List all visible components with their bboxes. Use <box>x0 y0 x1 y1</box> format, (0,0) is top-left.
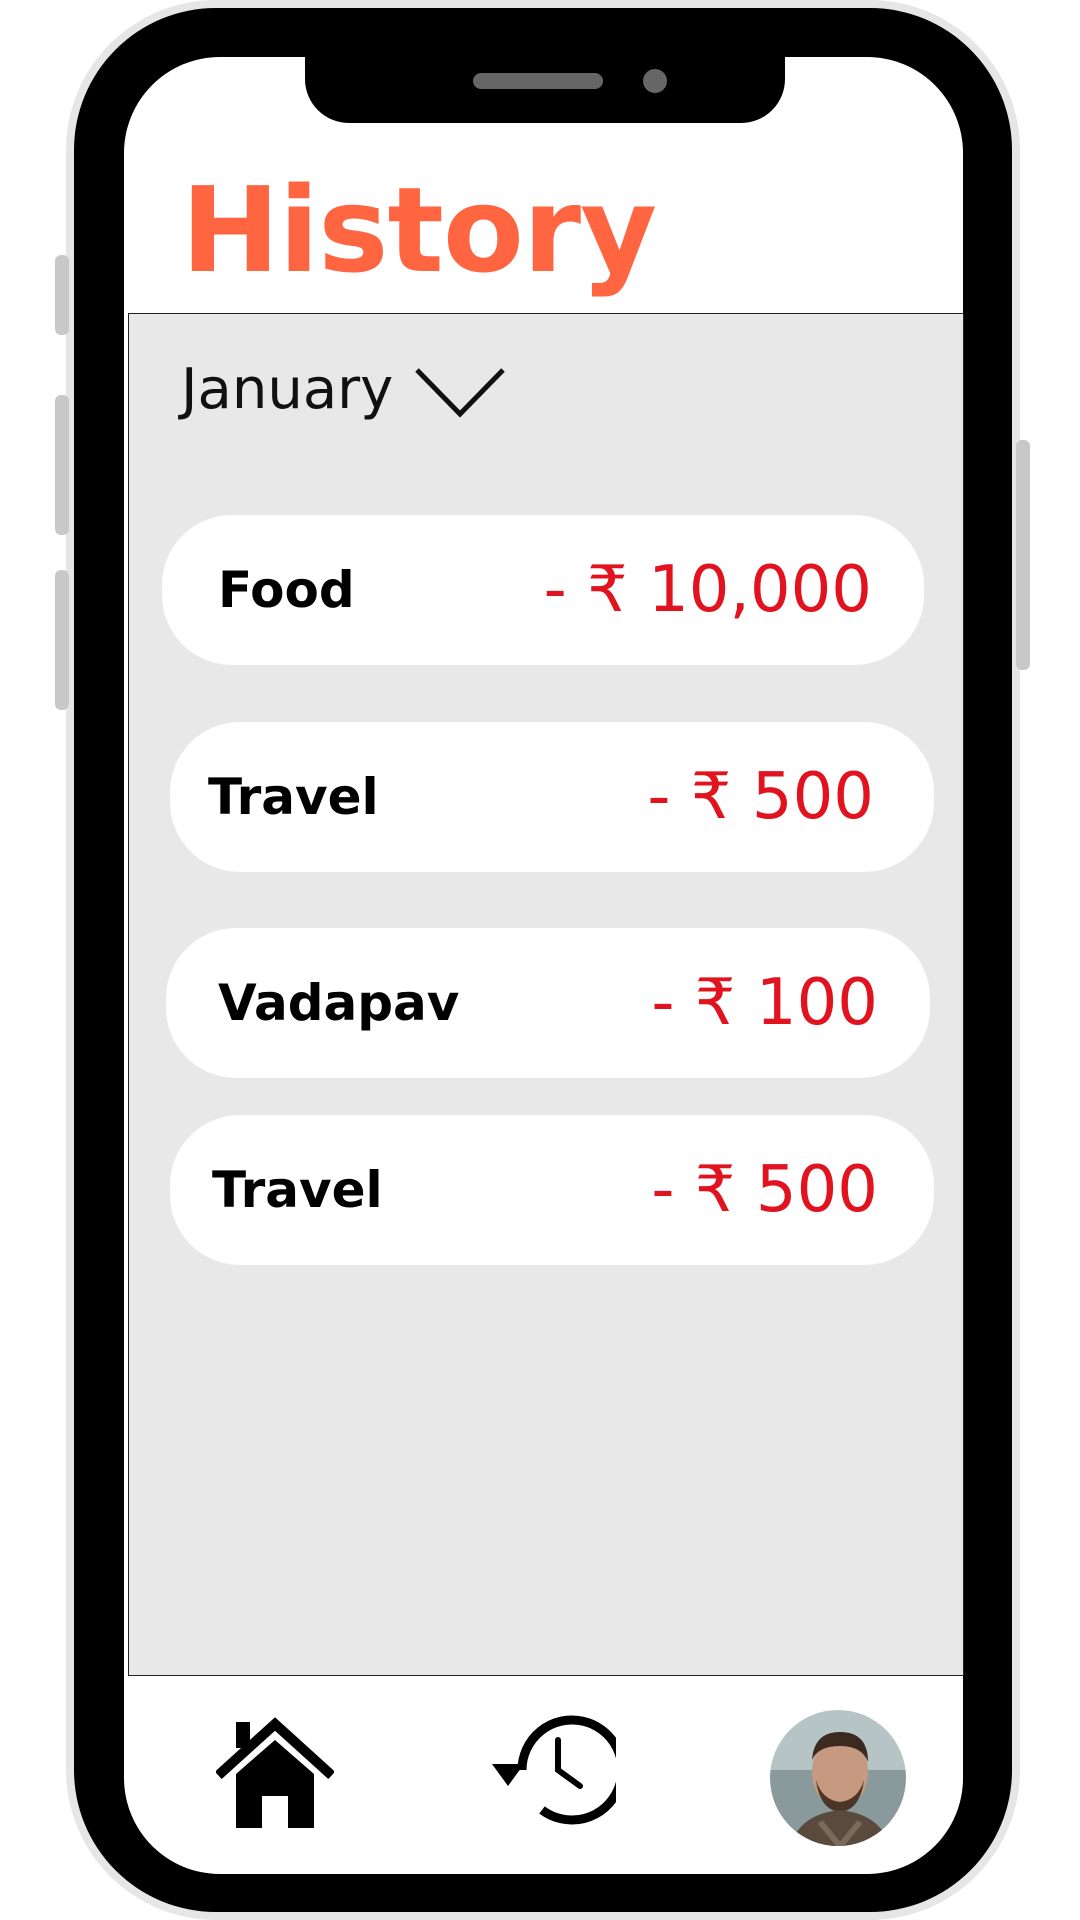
expense-amount: - ₹ 100 <box>651 966 878 1040</box>
expense-name: Travel <box>208 768 379 826</box>
expense-name: Vadapav <box>218 974 460 1032</box>
front-camera <box>643 69 667 93</box>
expense-amount: - ₹ 10,000 <box>543 553 872 627</box>
page-title: History <box>181 161 657 299</box>
speaker-grille <box>473 73 603 89</box>
expense-item[interactable]: Food - ₹ 10,000 <box>162 515 924 665</box>
history-icon[interactable] <box>490 1714 616 1826</box>
expense-item[interactable]: Vadapav - ₹ 100 <box>166 928 930 1078</box>
expense-name: Travel <box>212 1161 383 1219</box>
month-dropdown[interactable]: January <box>181 350 507 430</box>
expense-amount: - ₹ 500 <box>647 760 874 834</box>
side-button-power <box>1016 440 1030 670</box>
side-button-volume-up <box>55 395 69 535</box>
expense-name: Food <box>218 561 355 619</box>
expense-item[interactable]: Travel - ₹ 500 <box>170 1115 934 1265</box>
month-label: January <box>181 357 394 422</box>
side-button-mute <box>55 255 69 335</box>
side-button-volume-down <box>55 570 69 710</box>
profile-photo <box>770 1710 906 1846</box>
expense-item[interactable]: Travel - ₹ 500 <box>170 722 934 872</box>
expense-amount: - ₹ 500 <box>651 1153 878 1227</box>
phone-notch <box>305 55 785 123</box>
avatar[interactable] <box>770 1710 906 1846</box>
chevron-down-icon <box>415 368 506 418</box>
home-icon[interactable] <box>216 1716 334 1828</box>
phone-mockup: History January Food - ₹ 10,000 Travel -… <box>0 0 1080 1920</box>
